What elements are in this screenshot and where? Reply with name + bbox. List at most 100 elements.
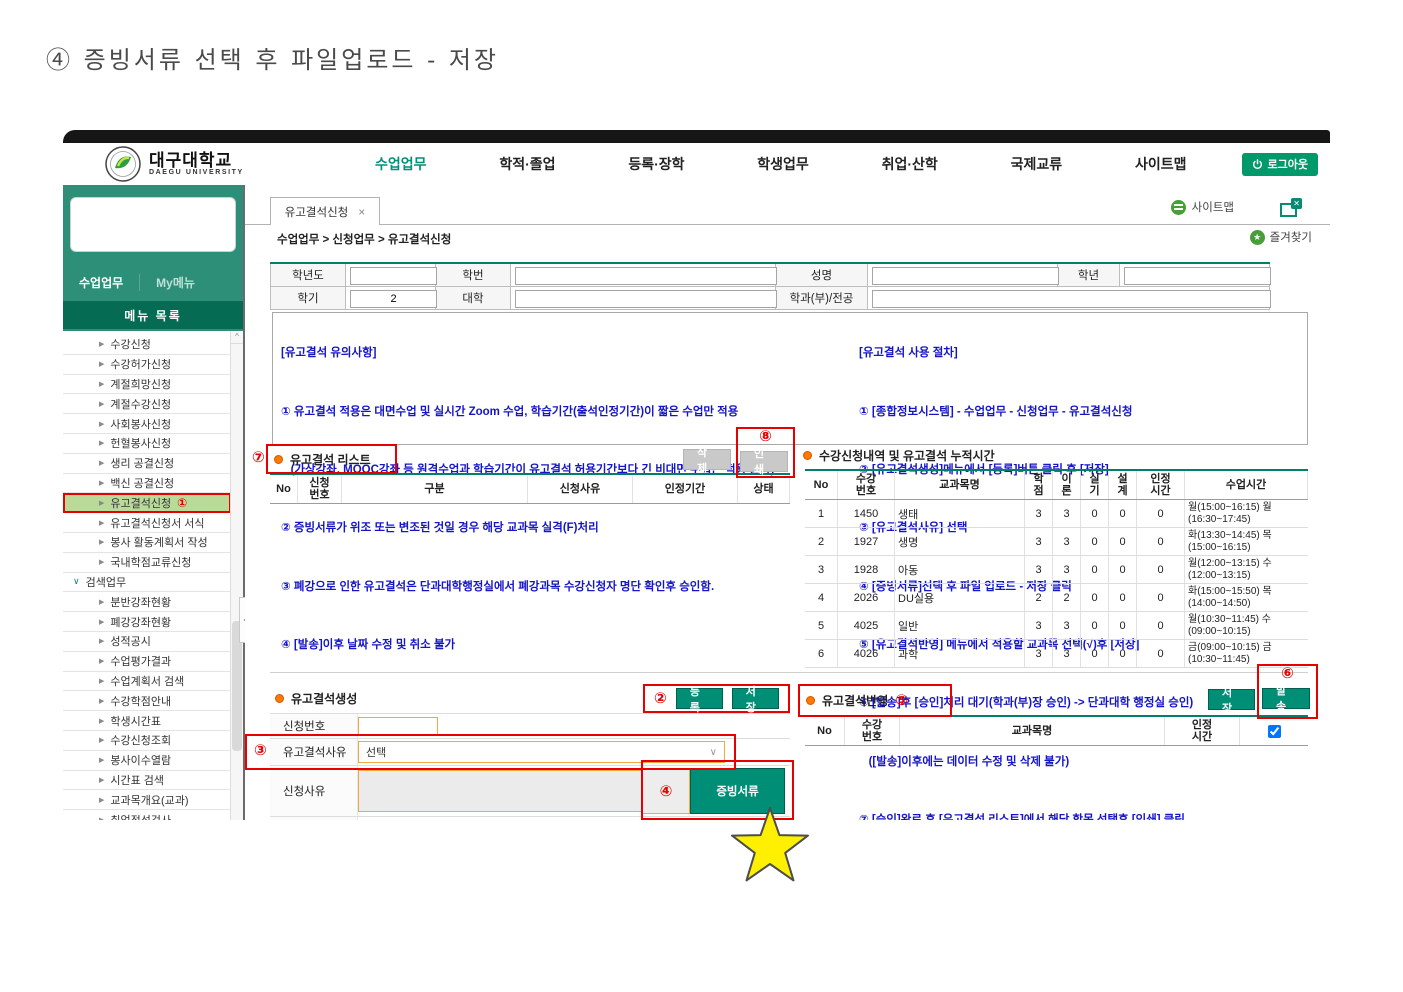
select-all-checkbox[interactable] bbox=[1268, 725, 1281, 738]
sidebar-menu-item[interactable]: ▶ 학생시간표 bbox=[63, 711, 231, 731]
period-start-input[interactable] bbox=[358, 820, 458, 821]
triangle-icon: ▶ bbox=[99, 439, 104, 447]
sidebar-menu-item[interactable]: ▶ 수강신청조회 bbox=[63, 731, 231, 751]
sidebar-tab-work[interactable]: 수업업무 bbox=[63, 274, 139, 291]
sidebar-menu-item[interactable]: ▶ 수강신청 bbox=[63, 335, 231, 355]
column-header: 이 론 bbox=[1053, 471, 1081, 499]
notice-left-title: [유고결석 유의사항] bbox=[281, 346, 851, 361]
sidebar-menu-item[interactable]: ∨ 검색업무 bbox=[63, 573, 231, 593]
close-icon[interactable]: × bbox=[358, 205, 365, 219]
sidebar-menu-item[interactable]: ▶ 계절수강신청 bbox=[63, 394, 231, 414]
sidebar-menu-item[interactable]: ▶ 사회봉사신청 bbox=[63, 414, 231, 434]
column-header: 신청 번호 bbox=[298, 475, 342, 503]
apply-save-button[interactable]: 저장 bbox=[1208, 689, 1255, 710]
apply-table: No 수강 번호 교과목명 인정 시간 bbox=[805, 715, 1308, 746]
logout-label: 로그아웃 bbox=[1268, 156, 1308, 172]
triangle-icon: ▶ bbox=[99, 697, 104, 705]
period-end-input[interactable] bbox=[480, 820, 580, 821]
sidebar-menu-item[interactable]: ▶ 수업평가결과 bbox=[63, 652, 231, 672]
nav-item[interactable]: 등록·장학 bbox=[628, 154, 684, 174]
window-switch-icon[interactable] bbox=[1280, 200, 1302, 214]
tab-absence-request[interactable]: 유고결석신청 × bbox=[270, 197, 380, 225]
scroll-up-icon[interactable]: ^ bbox=[231, 331, 243, 344]
annotation-2: ② bbox=[654, 691, 667, 706]
main-content: 유고결석신청 × 사이트맵 수업업무 > 신청업무 > 유고결석신청 ★ 즐겨찾… bbox=[245, 185, 1330, 820]
save-button[interactable]: 저장 bbox=[732, 688, 779, 709]
section-divider bbox=[270, 672, 1308, 673]
page: ④ 증빙서류 선택 후 파일업로드 - 저장 대구대학교 DAEGU UNIVE… bbox=[0, 0, 1403, 992]
sidebar-menu-item[interactable]: ▶ 성적공시 bbox=[63, 632, 231, 652]
nav-item[interactable]: 국제교류 bbox=[1011, 154, 1063, 174]
sidebar-menu-item[interactable]: ▶ 봉사이수열람 bbox=[63, 751, 231, 771]
university-logo[interactable]: 대구대학교 DAEGU UNIVERSITY bbox=[105, 146, 300, 182]
nav-item[interactable]: 학적·졸업 bbox=[499, 154, 555, 174]
notice-right-title: [유고결석 사용 절차] bbox=[859, 346, 1304, 361]
send-button[interactable]: 발송 bbox=[1262, 688, 1310, 709]
column-header: 교과목명 bbox=[900, 717, 1165, 745]
term-input[interactable] bbox=[350, 290, 437, 308]
course-row: 4 2026 DU실용 2 2 0 0 0 화(15:00~15:50) 목(1… bbox=[805, 584, 1308, 612]
sidebar-menu-item[interactable]: ▶ 유고결석신청서 서식 bbox=[63, 513, 231, 533]
triangle-icon: ▶ bbox=[99, 420, 104, 428]
nav-item[interactable]: 학생업무 bbox=[757, 154, 809, 174]
year-input[interactable] bbox=[350, 267, 437, 285]
request-no-input[interactable] bbox=[358, 717, 438, 736]
triangle-icon: ▶ bbox=[99, 816, 104, 820]
triangle-icon: ▶ bbox=[99, 598, 104, 606]
dept-input[interactable] bbox=[872, 290, 1271, 308]
grade-input[interactable] bbox=[1124, 267, 1271, 285]
sidebar-menu-item[interactable]: ▶ 취업적성검사 bbox=[63, 810, 231, 820]
sidebar-menu-item[interactable]: ▶ 시간표 검색 bbox=[63, 771, 231, 791]
sidebar-menu-item[interactable]: ▶ 유고결석신청 ① bbox=[63, 493, 231, 513]
bullet-icon bbox=[803, 451, 812, 460]
logout-button[interactable]: 로그아웃 bbox=[1242, 153, 1318, 176]
triangle-icon: ▶ bbox=[99, 340, 104, 348]
sidebar-menu-item[interactable]: ▶ 백신 공결신청 bbox=[63, 474, 231, 494]
annotation-7: ⑦ bbox=[252, 450, 265, 465]
sidebar-menu-item[interactable]: ▶ 봉사 활동계획서 작성 bbox=[63, 533, 231, 553]
sidebar-menu-item[interactable]: ▶ 수강학점안내 bbox=[63, 691, 231, 711]
name-input[interactable] bbox=[872, 267, 1059, 285]
college-label: 대학 bbox=[436, 287, 511, 310]
annotation-box-apply-title: 유고결석반영 ⑤ bbox=[798, 684, 952, 717]
sidebar-menu-item[interactable]: ▶ 수강허가신청 bbox=[63, 355, 231, 375]
sidebar: 수업업무 My메뉴 메뉴 목록 ▶ 수강신청 ▶ 수강허가신청 bbox=[63, 185, 245, 820]
nav-item[interactable]: 수업업무 bbox=[375, 154, 427, 174]
sidebar-menu-item[interactable]: ▶ 폐강강좌현황 bbox=[63, 612, 231, 632]
sidebar-menu-item[interactable]: ▶ 헌혈봉사신청 bbox=[63, 434, 231, 454]
request-reason-textarea[interactable] bbox=[358, 770, 643, 812]
triangle-icon: ∨ bbox=[73, 576, 80, 587]
sidebar-menu-item[interactable]: ▶ 계절희망신청 bbox=[63, 375, 231, 395]
sidebar-user-panel bbox=[70, 197, 236, 252]
triangle-icon: ▶ bbox=[99, 499, 104, 507]
print-button[interactable]: 인쇄 bbox=[740, 451, 788, 472]
sidebar-menu-item[interactable]: ▶ 분반강좌현황 bbox=[63, 592, 231, 612]
delete-button[interactable]: 삭제 bbox=[683, 449, 731, 470]
annotation-5: ⑤ bbox=[895, 693, 908, 708]
annotation-box-register-save: ② 등록 저장 bbox=[643, 684, 790, 713]
grade-label: 학년 bbox=[1058, 263, 1120, 287]
column-header: 인정기간 bbox=[633, 475, 738, 503]
register-button[interactable]: 등록 bbox=[676, 688, 723, 709]
sidebar-menu-item[interactable]: ▶ 국내학점교류신청 bbox=[63, 553, 231, 573]
sidebar-menu-item[interactable]: ▶ 교과목개요(교과) bbox=[63, 790, 231, 810]
annotation-3: ③ bbox=[254, 743, 267, 758]
sitemap-link[interactable]: 사이트맵 bbox=[1171, 199, 1234, 215]
app-header: 대구대학교 DAEGU UNIVERSITY 수업업무 학적·졸업 등록·장학 … bbox=[63, 143, 1330, 185]
college-input[interactable] bbox=[515, 290, 777, 308]
notice-line: ② 증빙서류가 위조 또는 변조된 것일 경우 해당 교과목 실격(F)처리 bbox=[281, 521, 851, 536]
absence-list-table: No 신청 번호 구분 신청사유 인정기간 상태 bbox=[270, 473, 790, 504]
highlight-star bbox=[728, 806, 812, 891]
triangle-icon: ▶ bbox=[99, 360, 104, 368]
student-id-input[interactable] bbox=[515, 267, 777, 285]
top-nav: 수업업무 학적·졸업 등록·장학 학생업무 취업·산학 국제교류 사이트맵 bbox=[300, 154, 1242, 174]
sidebar-scrollbar[interactable]: ^ bbox=[230, 331, 243, 820]
nav-item[interactable]: 취업·산학 bbox=[882, 154, 938, 174]
sidebar-menu-item[interactable]: ▶ 수업계획서 검색 bbox=[63, 672, 231, 692]
sidebar-tab-mymenu[interactable]: My메뉴 bbox=[139, 274, 211, 291]
column-header: 인정 시간 bbox=[1165, 717, 1240, 745]
nav-item[interactable]: 사이트맵 bbox=[1135, 154, 1187, 174]
column-header: 구분 bbox=[342, 475, 528, 503]
sidebar-menu-item[interactable]: ▶ 생리 공결신청 bbox=[63, 454, 231, 474]
favorite-button[interactable]: ★ 즐겨찾기 bbox=[1250, 229, 1312, 245]
